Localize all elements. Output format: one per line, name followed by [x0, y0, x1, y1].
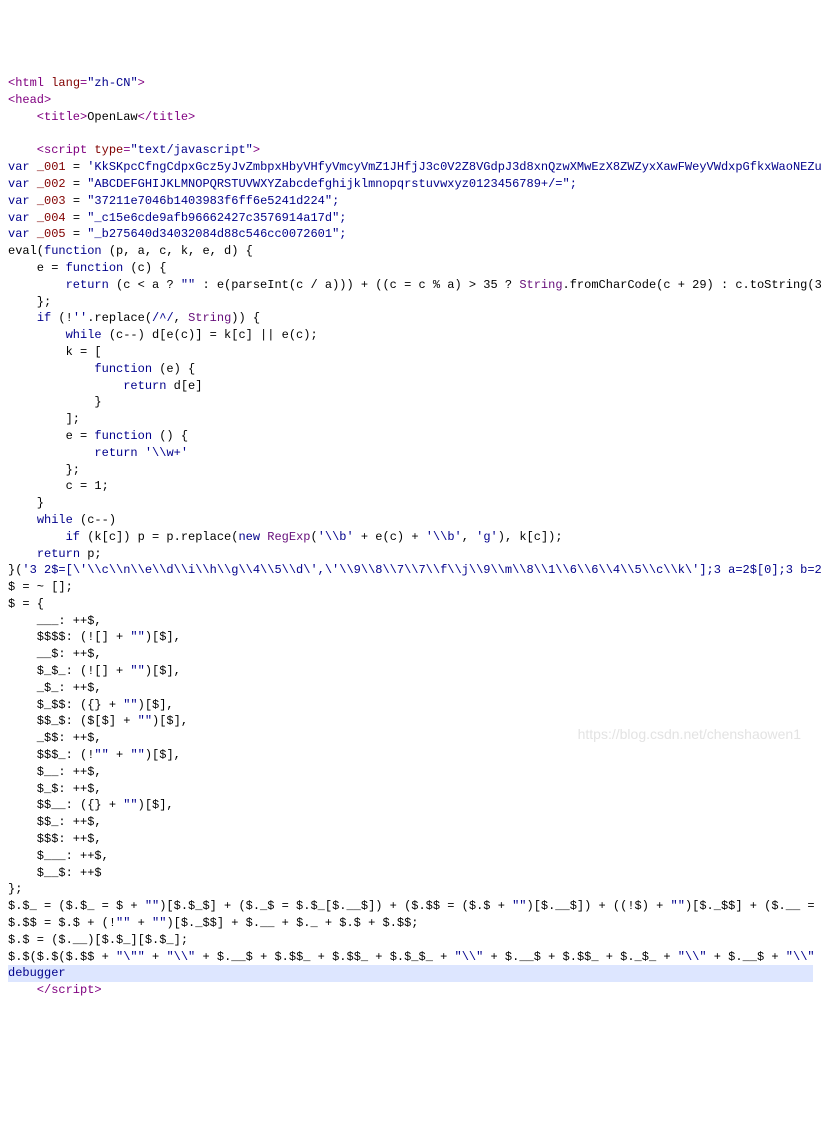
long1-line: $.$_ = ($.$_ = $ + "")[$.$_$] + ($._$ = …: [8, 899, 821, 913]
packed-line: }('3 2$=[\'\\c\\n\\e\\d\\i\\h\\g\\4\\5\\…: [8, 563, 821, 577]
s-close: };: [8, 882, 22, 896]
s-j: $__: ++$,: [8, 765, 102, 779]
s-k: $_$: ++$,: [8, 782, 102, 796]
close-1: };: [8, 295, 51, 309]
e-fn-line: e = function () {: [8, 429, 188, 443]
s-line2: $ = {: [8, 597, 44, 611]
if-replace-line: if (!''.replace(/^/, String)) {: [8, 311, 260, 325]
var-004-line: var _004 = "_c15e6cde9afb96662427c357691…: [8, 211, 346, 225]
debugger-line-highlighted: debugger: [8, 965, 813, 982]
close-brace: }: [8, 395, 102, 409]
long4-line: $.$($.$($.$$ + "\"" + "\\" + $.__$ + $.$…: [8, 950, 821, 964]
close-sq: ];: [8, 412, 80, 426]
return-line-1: return (c < a ? "" : e(parseInt(c / a)))…: [8, 278, 821, 292]
k-assign: k = [: [8, 345, 102, 359]
s-b: $$$$: (![] + "")[$],: [8, 630, 181, 644]
s-l: $$__: ({} + "")[$],: [8, 798, 174, 812]
ret-p-line: return p;: [8, 547, 102, 561]
eval-line: eval(function (p, a, c, k, e, d) {: [8, 244, 253, 258]
var-003-line: var _003 = "37211e7046b1403983f6ff6e5241…: [8, 194, 339, 208]
s-line1: $ = ~ [];: [8, 580, 73, 594]
s-d: $_$_: (![] + "")[$],: [8, 664, 181, 678]
s-a: ___: ++$,: [8, 614, 102, 628]
s-e: _$_: ++$,: [8, 681, 102, 695]
while-line: while (c--) d[e(c)] = k[c] || e(c);: [8, 328, 318, 342]
head-tag: <head>: [8, 93, 51, 107]
s-c: __$: ++$,: [8, 647, 102, 661]
ret-de-line: return d[e]: [8, 379, 202, 393]
var-002-line: var _002 = "ABCDEFGHIJKLMNOPQRSTUVWXYZab…: [8, 177, 577, 191]
html-open-tag: <html lang="zh-CN">: [8, 76, 145, 90]
s-p: $__$: ++$: [8, 866, 102, 880]
c1-line: c = 1;: [8, 479, 109, 493]
s-f: $_$$: ({} + "")[$],: [8, 698, 174, 712]
title-text: OpenLaw: [87, 110, 137, 124]
title-line: <title>OpenLaw</title>: [8, 110, 195, 124]
var-001-line: var _001 = 'KkSKpcCfngCdpxGcz5yJvZmbpxHb…: [8, 160, 821, 174]
if-kc-line: if (k[c]) p = p.replace(new RegExp('\\b'…: [8, 530, 563, 544]
long2-line: $.$$ = $.$ + (!"" + "")[$._$$] + $.__ + …: [8, 916, 419, 930]
e-func-line: e = function (c) {: [8, 261, 166, 275]
s-n: $$$: ++$,: [8, 832, 102, 846]
close-2: };: [8, 463, 80, 477]
script-open-tag: <script type="text/javascript">: [8, 143, 260, 157]
code-viewer: <html lang="zh-CN"> <head> <title>OpenLa…: [8, 75, 813, 999]
fn-e-line: function (e) {: [8, 362, 195, 376]
var-005-line: var _005 = "_b275640d34032084d88c546cc00…: [8, 227, 346, 241]
end-if: }: [8, 496, 44, 510]
long3-line: $.$ = ($.__)[$.$_][$.$_];: [8, 933, 188, 947]
s-o: $___: ++$,: [8, 849, 109, 863]
ret-w-line: return '\\w+': [8, 446, 188, 460]
s-g: $$_$: ($[$] + "")[$],: [8, 714, 188, 728]
s-m: $$_: ++$,: [8, 815, 102, 829]
s-i: $$$_: (!"" + "")[$],: [8, 748, 181, 762]
script-close-tag: </script>: [8, 983, 102, 997]
while2-line: while (c--): [8, 513, 116, 527]
s-h: _$$: ++$,: [8, 731, 102, 745]
